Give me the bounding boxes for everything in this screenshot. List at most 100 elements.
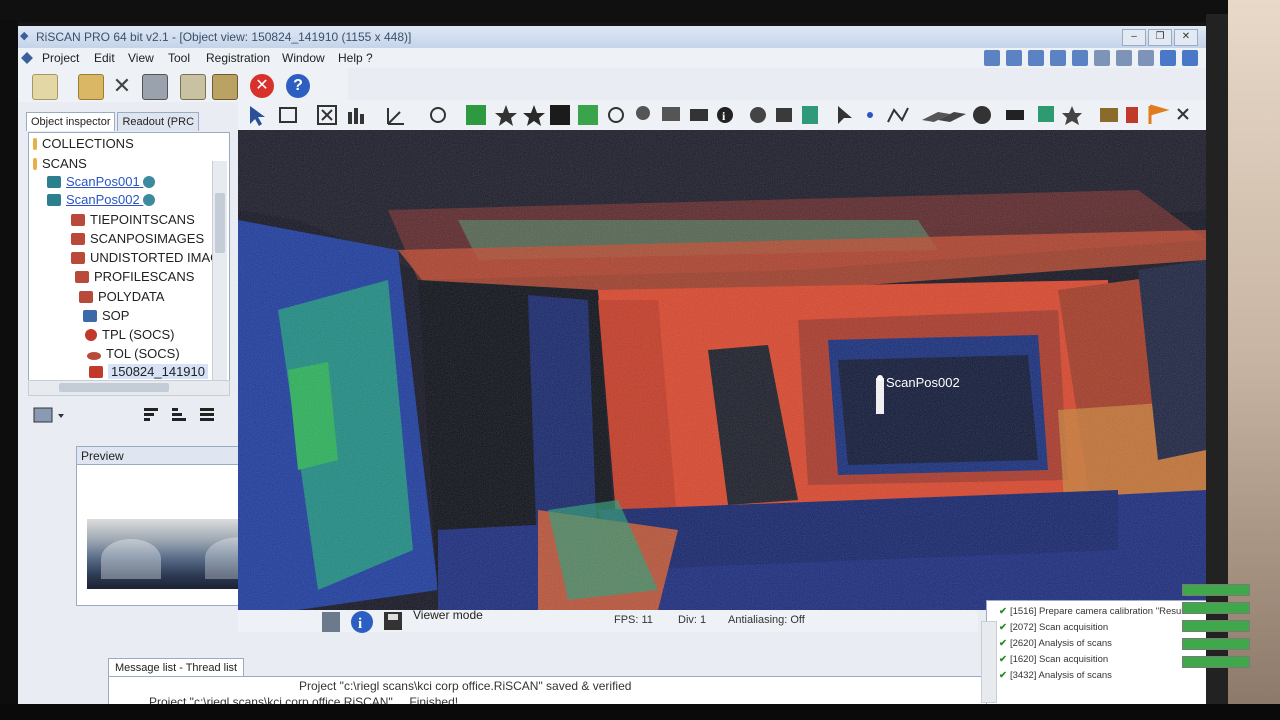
tab-readout[interactable]: Readout (PRC <box>117 112 200 131</box>
tile-icon[interactable] <box>1138 50 1154 66</box>
print-icon[interactable] <box>142 74 168 100</box>
stack-icon[interactable] <box>1038 106 1054 122</box>
tab-object-inspector[interactable]: Object inspector <box>26 112 116 131</box>
star-icon[interactable] <box>495 105 517 126</box>
info-icon[interactable]: i <box>351 611 373 633</box>
delete-icon[interactable]: ✕ <box>110 74 134 98</box>
folder-icon[interactable] <box>212 74 238 100</box>
layout-icon[interactable] <box>1006 50 1022 66</box>
menu-tool[interactable]: Tool <box>168 48 190 68</box>
camera-icon[interactable] <box>776 108 792 122</box>
layout-icon[interactable] <box>1072 50 1088 66</box>
back-arrow-icon[interactable] <box>1160 50 1176 66</box>
help-icon[interactable]: ? <box>286 74 310 98</box>
menu-help[interactable]: Help ? <box>338 48 373 68</box>
layout-icon[interactable] <box>1050 50 1066 66</box>
tree-item-pointcloud-selected[interactable]: 150824_141910 <box>89 363 208 381</box>
tile-icon[interactable] <box>1116 50 1132 66</box>
pointer-icon[interactable] <box>838 106 852 124</box>
expand-icon[interactable] <box>33 158 37 170</box>
flag-icon[interactable] <box>1148 104 1170 124</box>
new-project-icon[interactable] <box>32 74 58 100</box>
menu-registration[interactable]: Registration <box>206 48 270 68</box>
pointcloud-viewport[interactable]: ScanPos002 <box>238 130 1206 610</box>
filter-icon[interactable] <box>430 107 446 123</box>
rectangle-icon[interactable] <box>1006 110 1024 120</box>
tree-item-scans[interactable]: SCANS <box>33 155 87 173</box>
tree-item-collections[interactable]: COLLECTIONS <box>33 135 134 153</box>
tree-item-sop[interactable]: SOP <box>83 307 129 325</box>
sort-descending-icon[interactable] <box>144 408 158 421</box>
star-green-icon[interactable] <box>578 105 598 125</box>
tree-item-profilescans[interactable]: PROFILESCANS <box>75 268 194 286</box>
thread-item[interactable]: ✔ [1516] Prepare camera calibration "Resu… <box>999 605 1206 619</box>
bar-chart-icon[interactable] <box>348 108 364 124</box>
open-project-icon[interactable] <box>78 74 104 100</box>
tree-item-scanpos001[interactable]: ScanPos001 <box>47 173 160 191</box>
tree-item-polydata[interactable]: POLYDATA <box>79 288 164 306</box>
star-box-icon[interactable] <box>550 105 570 125</box>
menu-project[interactable]: Project <box>42 48 79 68</box>
properties-icon[interactable] <box>180 74 206 100</box>
save-icon[interactable] <box>384 612 402 630</box>
tree-item-scanposimages[interactable]: SCANPOSIMAGES <box>71 230 204 248</box>
thread-item[interactable]: ✔ [2620] Analysis of scans <box>999 637 1112 651</box>
sort-ascending-icon[interactable] <box>172 408 186 421</box>
layer-icon[interactable] <box>662 107 680 121</box>
scrollbar-thumb[interactable] <box>59 383 169 392</box>
expand-icon[interactable] <box>33 138 37 150</box>
close-icon[interactable]: ✕ <box>1174 29 1198 46</box>
layout-icon[interactable] <box>1028 50 1044 66</box>
dot-icon[interactable] <box>867 112 873 118</box>
layer-icon[interactable] <box>690 109 708 121</box>
cylinder-icon[interactable] <box>1126 107 1138 123</box>
menu-edit[interactable]: Edit <box>94 48 115 68</box>
pointcloud-render[interactable]: ScanPos002 <box>238 130 1206 610</box>
app-menu-icon[interactable] <box>21 52 33 64</box>
view-toolbar: i <box>238 100 1206 130</box>
stop-icon[interactable]: ✕ <box>250 74 274 98</box>
tiepoint-icon[interactable] <box>636 106 650 120</box>
polyline-icon[interactable] <box>887 107 909 123</box>
select-pointer-icon[interactable] <box>250 106 265 126</box>
table-icon[interactable] <box>1100 108 1118 122</box>
tree-item-tpl[interactable]: TPL (SOCS) <box>85 326 174 344</box>
sort-icon[interactable] <box>200 408 214 421</box>
thread-item[interactable]: ✔ [2072] Scan acquisition <box>999 621 1108 635</box>
minimize-icon[interactable]: – <box>1122 29 1146 46</box>
zoom-extents-icon[interactable] <box>317 105 337 125</box>
menu-view[interactable]: View <box>128 48 154 68</box>
restore-icon[interactable]: ❐ <box>1148 29 1172 46</box>
grid-view-icon[interactable] <box>33 407 53 423</box>
star-icon[interactable] <box>523 105 545 126</box>
message-list-tab[interactable]: Message list - Thread list <box>108 658 245 677</box>
forward-arrow-icon[interactable] <box>1182 50 1198 66</box>
axes-icon[interactable] <box>387 108 404 125</box>
settings-doc-icon[interactable] <box>322 612 340 632</box>
thread-scrollbar[interactable] <box>981 621 997 703</box>
layout-icon[interactable] <box>984 50 1000 66</box>
dropdown-arrow-icon[interactable] <box>58 414 64 418</box>
tree-item-tol[interactable]: TOL (SOCS) <box>87 345 180 363</box>
tile-icon[interactable] <box>1094 50 1110 66</box>
tree-item-scanpos002[interactable]: ScanPos002 <box>47 191 160 209</box>
thread-item[interactable]: ✔ [1620] Scan acquisition <box>999 653 1108 667</box>
tree-vertical-scrollbar[interactable] <box>212 161 227 381</box>
monitor-bezel-top <box>0 0 1280 22</box>
bounding-box-icon[interactable] <box>279 107 297 123</box>
star-green-icon[interactable] <box>466 105 486 125</box>
menu-window[interactable]: Window <box>282 48 325 68</box>
target-icon[interactable] <box>608 107 624 123</box>
scanner-icon <box>47 194 61 206</box>
mesh-icon[interactable] <box>802 106 818 124</box>
sphere-icon[interactable] <box>973 106 991 124</box>
tree-item-undistorted-images[interactable]: UNDISTORTED IMAG <box>71 249 220 267</box>
star-icon[interactable] <box>1062 106 1082 125</box>
info-icon[interactable]: i <box>717 107 733 123</box>
thread-item[interactable]: ✔ [3432] Analysis of scans <box>999 669 1112 683</box>
sphere-icon[interactable] <box>750 107 766 123</box>
tree-horizontal-scrollbar[interactable] <box>28 380 230 396</box>
scrollbar-thumb[interactable] <box>215 193 225 253</box>
tree-item-tiepointscans[interactable]: TIEPOINTSCANS <box>71 211 195 229</box>
close-tool-icon[interactable] <box>1177 108 1189 120</box>
